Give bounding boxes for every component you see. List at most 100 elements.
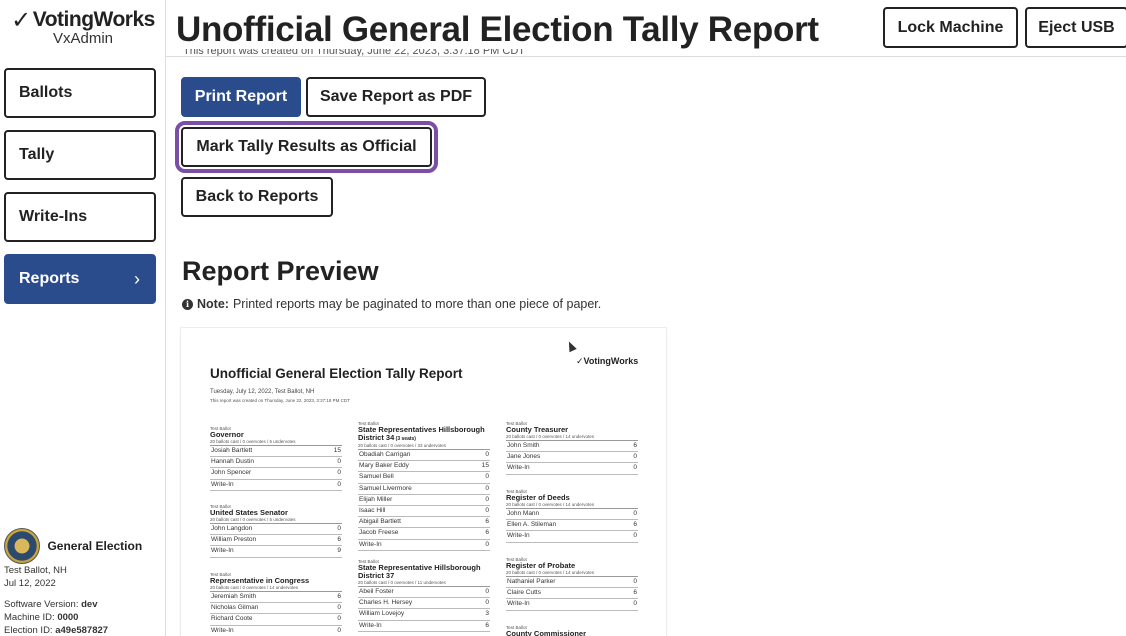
sidebar-item-ballots[interactable]: Ballots [4, 68, 156, 118]
print-report-button[interactable]: Print Report [181, 77, 301, 117]
contest-stats: 20 ballots cast / 0 overvotes / 5 underv… [210, 517, 342, 524]
sidebar-item-label: Write-Ins [19, 208, 88, 225]
sidebar-item-write-ins[interactable]: Write-Ins [4, 192, 156, 242]
contest-block: Test Ballot County Commissioner [506, 625, 638, 636]
candidate-name: John Mann [507, 510, 540, 517]
candidate-name: Claire Cutts [507, 589, 541, 597]
candidate-name: Nathaniel Parker [507, 578, 556, 585]
candidate-row: John Spencer 0 [210, 468, 342, 480]
lock-machine-button[interactable]: Lock Machine [883, 7, 1018, 48]
candidate-row: Josiah Bartlett 15 [210, 446, 342, 458]
candidate-name: William Preston [211, 536, 257, 544]
software-version: dev [81, 599, 98, 610]
candidate-votes: 6 [633, 589, 637, 597]
election-id: a49e587827 [55, 625, 109, 636]
candidate-votes: 0 [337, 525, 341, 532]
candidate-votes: 0 [633, 453, 637, 461]
candidate-votes: 0 [485, 495, 489, 503]
candidate-row: Samuel Livermore 0 [358, 484, 490, 495]
candidate-row: Write-In 0 [506, 531, 638, 543]
report-logo: ✓VotingWorks [576, 356, 639, 366]
save-report-pdf-button[interactable]: Save Report as PDF [306, 77, 486, 117]
candidate-name: Jane Jones [507, 453, 541, 461]
contest-name: Representative in Congress [210, 576, 310, 585]
candidate-row: Write-In 0 [210, 480, 342, 491]
candidate-votes: 0 [337, 458, 341, 466]
brand-logo-text: VotingWorks [32, 8, 156, 31]
sidebar-item-label: Ballots [19, 84, 73, 101]
sidebar-item-label: Tally [19, 146, 55, 163]
candidate-name: Write-In [507, 600, 530, 608]
candidate-votes: 0 [337, 626, 341, 634]
candidate-row: Charles H. Hersey 0 [358, 598, 490, 610]
candidate-name: Write-In [507, 464, 530, 472]
candidate-votes: 0 [633, 600, 637, 608]
contest-name: United States Senator [210, 508, 288, 517]
candidate-name: John Langdon [211, 525, 253, 532]
candidate-row: John Smith 6 [506, 441, 638, 453]
candidate-row: Jeremiah Smith 6 [210, 592, 342, 604]
candidate-votes: 0 [633, 532, 637, 540]
report-created: This report was created on Thursday, Jun… [210, 398, 350, 403]
contest-name: State Representative Hillsborough Distri… [358, 563, 481, 580]
chevron-right-icon: › [134, 268, 140, 289]
candidate-name: Write-In [359, 621, 382, 629]
candidate-row: Hannah Dustin 0 [210, 457, 342, 469]
candidate-row: William Preston 6 [210, 535, 342, 547]
report-logo-text: VotingWorks [583, 356, 639, 366]
contest-stats: 20 ballots cast / 0 overvotes / 5 underv… [210, 439, 342, 446]
candidate-row: William Lovejoy 3 [358, 609, 490, 621]
eject-usb-button[interactable]: Eject USB [1025, 7, 1126, 48]
candidate-row: John Langdon 0 [210, 524, 342, 536]
candidate-name: John Spencer [211, 469, 252, 477]
candidate-row: Abeil Foster 0 [358, 587, 490, 599]
candidate-votes: 0 [485, 507, 489, 515]
candidate-votes: 0 [485, 484, 489, 492]
candidate-row: Write-In 6 [358, 621, 490, 632]
contest-stats: 20 ballots cast / 0 overvotes / 33 under… [358, 443, 490, 450]
info-icon: i [182, 298, 193, 310]
candidate-name: Isaac Hill [359, 507, 386, 515]
candidate-votes: 0 [337, 480, 341, 488]
candidate-votes: 0 [485, 599, 489, 607]
candidate-row: Nathaniel Parker 0 [506, 577, 638, 589]
candidate-votes: 9 [337, 547, 341, 555]
candidate-row: Write-In 0 [358, 540, 490, 551]
sidebar-item-reports[interactable]: Reports › [4, 254, 156, 304]
candidate-row: Elijah Miller 0 [358, 495, 490, 507]
candidate-row: Claire Cutts 6 [506, 588, 638, 600]
contest-name: State Representatives Hillsborough Distr… [358, 425, 485, 443]
candidate-name: Elijah Miller [359, 495, 393, 503]
candidate-name: Jacob Freese [359, 529, 399, 537]
header-divider [166, 56, 1126, 57]
candidate-row: Richard Coote 0 [210, 614, 342, 626]
contest-name: Governor [210, 430, 244, 439]
votingworks-logo: ✓ VotingWorks [11, 8, 155, 32]
candidate-row: Samuel Bell 0 [358, 472, 490, 484]
candidate-row: Jane Jones 0 [506, 452, 638, 464]
report-preview-heading: Report Preview [182, 256, 379, 286]
candidate-votes: 0 [337, 615, 341, 623]
sidebar: ✓ VotingWorks VxAdmin Ballots Tally Writ… [0, 0, 166, 636]
machine-id-label: Machine ID: [4, 612, 55, 623]
election-id-label: Election ID: [4, 625, 53, 636]
candidate-votes: 0 [485, 473, 489, 481]
contest-stats: 20 ballots cast / 0 overvotes / 11 under… [358, 580, 490, 587]
candidate-votes: 3 [485, 610, 489, 618]
candidate-votes: 0 [485, 451, 489, 458]
back-to-reports-button[interactable]: Back to Reports [181, 177, 333, 217]
candidate-name: Nicholas Gilman [211, 604, 259, 612]
mark-official-button[interactable]: Mark Tally Results as Official [175, 121, 438, 173]
brand: ✓ VotingWorks VxAdmin [11, 8, 155, 47]
product-name: VxAdmin [52, 30, 114, 47]
candidate-name: William Lovejoy [359, 610, 405, 618]
sidebar-item-tally[interactable]: Tally [4, 130, 156, 180]
machine-id: 0000 [57, 612, 79, 623]
pagination-note: i Note: Printed reports may be paginated… [182, 297, 601, 311]
candidate-name: Abigail Bartlett [359, 518, 401, 526]
candidate-votes: 6 [633, 442, 637, 449]
contest-block: Test Ballot Representative in Congress 20 … [210, 572, 342, 636]
candidate-row: Ellen A. Stileman 6 [506, 520, 638, 532]
candidate-row: Nicholas Gilman 0 [210, 603, 342, 615]
election-info: General Election Test Ballot, NH Jul 12,… [4, 528, 164, 590]
